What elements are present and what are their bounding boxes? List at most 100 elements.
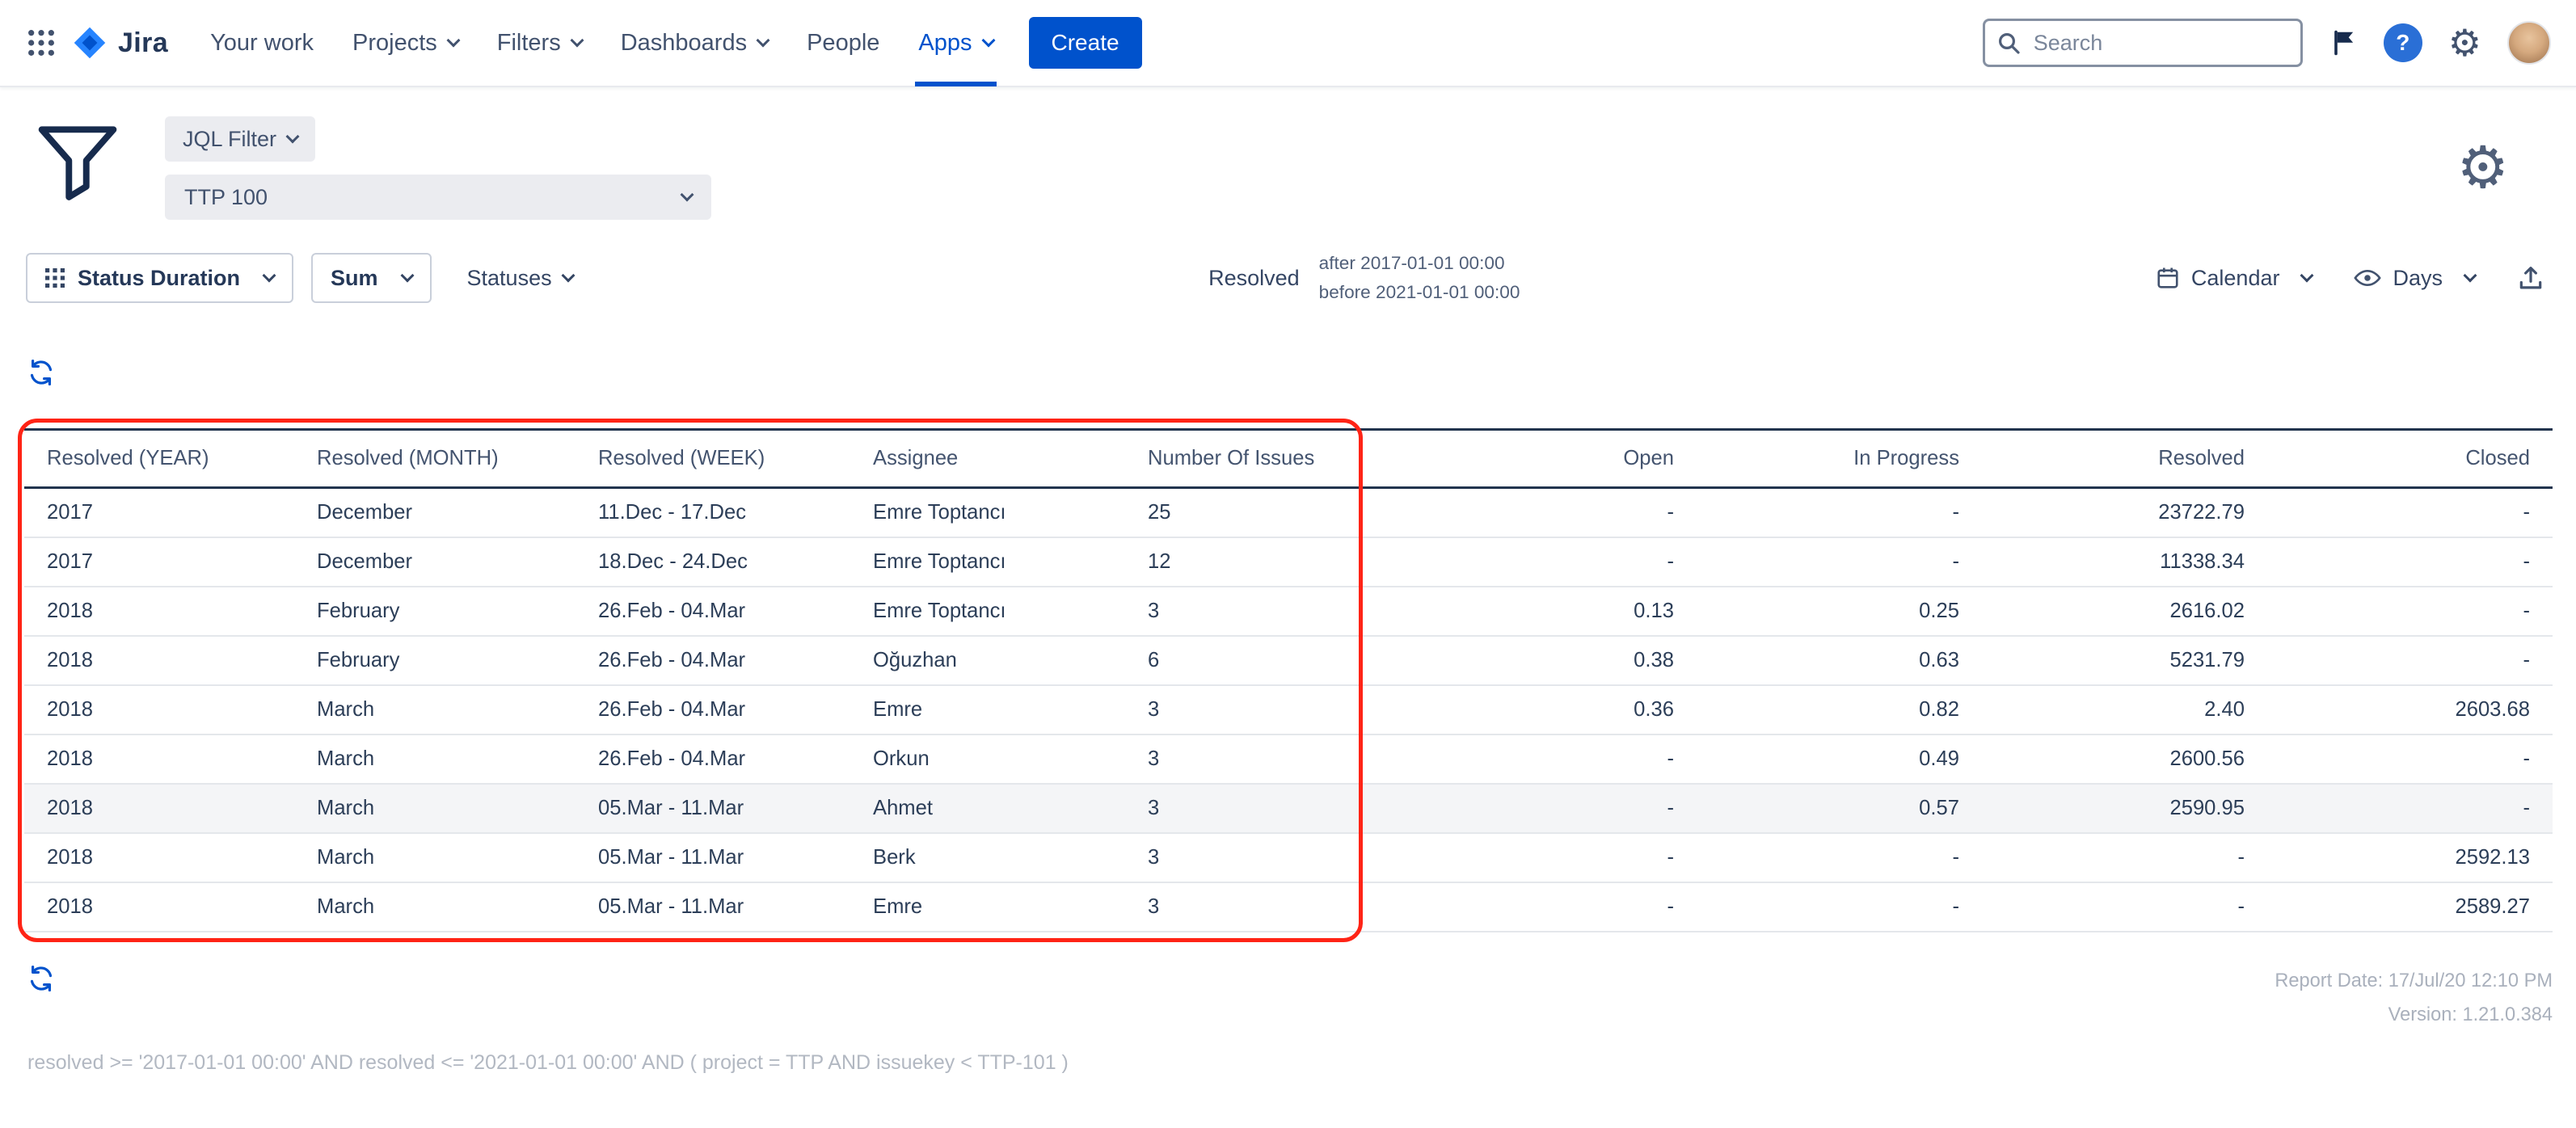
column-header-resolved-year[interactable]: Resolved (YEAR) — [24, 430, 294, 488]
table-row[interactable]: 2018March26.Feb - 04.MarEmre30.360.822.4… — [24, 685, 2553, 734]
table-cell: - — [1411, 734, 1697, 784]
table-cell: - — [1697, 882, 1982, 932]
table-cell: 25 — [1125, 488, 1411, 538]
resolved-range-label: Resolved — [1208, 266, 1300, 291]
resolved-range-values: after 2017-01-01 00:00 before 2021-01-01… — [1319, 249, 1520, 307]
jql-filter-button[interactable]: JQL Filter — [165, 116, 315, 162]
nav-dashboards-label: Dashboards — [621, 30, 747, 57]
table-row[interactable]: 2018March05.Mar - 11.MarEmre3---2589.27 — [24, 882, 2553, 932]
search-input[interactable] — [1983, 19, 2303, 67]
nav-projects[interactable]: Projects — [333, 0, 478, 86]
announcement-flag-icon[interactable] — [2329, 28, 2358, 57]
table-cell: 3 — [1125, 833, 1411, 882]
table-cell: 2589.27 — [2267, 882, 2553, 932]
nav-projects-label: Projects — [352, 30, 437, 57]
column-header-resolved-week[interactable]: Resolved (WEEK) — [575, 430, 850, 488]
jql-query-text: resolved >= '2017-01-01 00:00' AND resol… — [0, 1032, 2576, 1075]
report-meta: Report Date: 17/Jul/20 12:10 PM Version:… — [2275, 965, 2553, 1032]
table-cell: 2.40 — [1982, 685, 2267, 734]
column-header-assignee[interactable]: Assignee — [850, 430, 1125, 488]
table-cell: 3 — [1125, 685, 1411, 734]
chevron-down-icon — [446, 34, 460, 48]
nav-people-label: People — [807, 30, 879, 57]
table-cell: 0.13 — [1411, 587, 1697, 636]
report-date: Report Date: 17/Jul/20 12:10 PM — [2275, 965, 2553, 998]
table-cell: 2018 — [24, 587, 294, 636]
table-header-row: Resolved (YEAR) Resolved (MONTH) Resolve… — [24, 430, 2553, 488]
help-icon[interactable]: ? — [2384, 23, 2422, 62]
table-cell: March — [294, 833, 575, 882]
filter-section: JQL Filter TTP 100 ⚙ — [0, 87, 2576, 246]
table-cell: - — [1411, 537, 1697, 587]
view-type-button[interactable]: Status Duration — [26, 253, 293, 303]
create-button[interactable]: Create — [1029, 17, 1142, 69]
chevron-down-icon — [400, 269, 414, 283]
user-avatar[interactable] — [2507, 21, 2551, 65]
nav-apps[interactable]: Apps — [899, 0, 1012, 86]
table-cell: 0.25 — [1697, 587, 1982, 636]
table-cell: - — [1411, 488, 1697, 538]
nav-filters[interactable]: Filters — [478, 0, 601, 86]
table-cell: 11338.34 — [1982, 537, 2267, 587]
resolved-after-value: after 2017-01-01 00:00 — [1319, 249, 1520, 278]
aggregate-button[interactable]: Sum — [311, 253, 432, 303]
table-row[interactable]: 2017December18.Dec - 24.DecEmre Toptancı… — [24, 537, 2553, 587]
aggregate-label: Sum — [331, 266, 378, 291]
table-cell: 3 — [1125, 882, 1411, 932]
column-header-closed[interactable]: Closed — [2267, 430, 2553, 488]
column-header-in-progress[interactable]: In Progress — [1697, 430, 1982, 488]
nav-dashboards[interactable]: Dashboards — [601, 0, 787, 86]
table-cell: 2017 — [24, 488, 294, 538]
table-cell: December — [294, 488, 575, 538]
view-type-label: Status Duration — [78, 266, 240, 291]
table-cell: 2018 — [24, 882, 294, 932]
table-cell: 2603.68 — [2267, 685, 2553, 734]
export-icon[interactable] — [2517, 264, 2544, 292]
table-cell: 0.38 — [1411, 636, 1697, 685]
table-row[interactable]: 2017December11.Dec - 17.DecEmre Toptancı… — [24, 488, 2553, 538]
nav-your-work[interactable]: Your work — [191, 0, 333, 86]
days-dropdown[interactable]: Days — [2354, 266, 2475, 291]
table-cell: 2018 — [24, 685, 294, 734]
column-header-resolved[interactable]: Resolved — [1982, 430, 2267, 488]
table-cell: - — [2267, 784, 2553, 833]
table-cell: 2018 — [24, 734, 294, 784]
nav-people[interactable]: People — [787, 0, 899, 86]
table-row[interactable]: 2018March26.Feb - 04.MarOrkun3-0.492600.… — [24, 734, 2553, 784]
jira-logo[interactable]: Jira — [73, 26, 168, 60]
refresh-button[interactable] — [27, 359, 55, 386]
table-cell: March — [294, 734, 575, 784]
nav-apps-label: Apps — [918, 30, 972, 57]
refresh-button-bottom[interactable] — [27, 965, 55, 992]
column-header-resolved-month[interactable]: Resolved (MONTH) — [294, 430, 575, 488]
funnel-icon — [32, 116, 123, 207]
table-cell: 0.57 — [1697, 784, 1982, 833]
table-cell: 12 — [1125, 537, 1411, 587]
table-row[interactable]: 2018March05.Mar - 11.MarBerk3---2592.13 — [24, 833, 2553, 882]
table-row[interactable]: 2018February26.Feb - 04.MarEmre Toptancı… — [24, 587, 2553, 636]
primary-nav: Your work Projects Filters Dashboards Pe… — [191, 0, 1012, 86]
settings-icon[interactable]: ⚙ — [2448, 24, 2481, 61]
app-switcher-button[interactable] — [16, 18, 66, 68]
saved-filter-select[interactable]: TTP 100 — [165, 175, 711, 220]
table-cell: Emre Toptancı — [850, 488, 1125, 538]
table-cell: - — [2267, 734, 2553, 784]
nav-filters-label: Filters — [497, 30, 561, 57]
statuses-dropdown[interactable]: Statuses — [467, 266, 573, 291]
table-cell: 3 — [1125, 587, 1411, 636]
table-cell: 3 — [1125, 734, 1411, 784]
table-cell: 6 — [1125, 636, 1411, 685]
calendar-label: Calendar — [2191, 266, 2280, 291]
grid-icon — [45, 268, 65, 288]
column-header-open[interactable]: Open — [1411, 430, 1697, 488]
table-row[interactable]: 2018March05.Mar - 11.MarAhmet3-0.572590.… — [24, 784, 2553, 833]
refresh-row-top — [0, 317, 2576, 393]
report-settings-icon[interactable]: ⚙ — [2456, 139, 2509, 197]
chevron-down-icon — [2300, 269, 2314, 283]
column-header-number-of-issues[interactable]: Number Of Issues — [1125, 430, 1411, 488]
calendar-dropdown[interactable]: Calendar — [2156, 266, 2312, 291]
table-cell: - — [1697, 833, 1982, 882]
table-row[interactable]: 2018February26.Feb - 04.MarOğuzhan60.380… — [24, 636, 2553, 685]
table-cell: March — [294, 685, 575, 734]
table-cell: 0.63 — [1697, 636, 1982, 685]
